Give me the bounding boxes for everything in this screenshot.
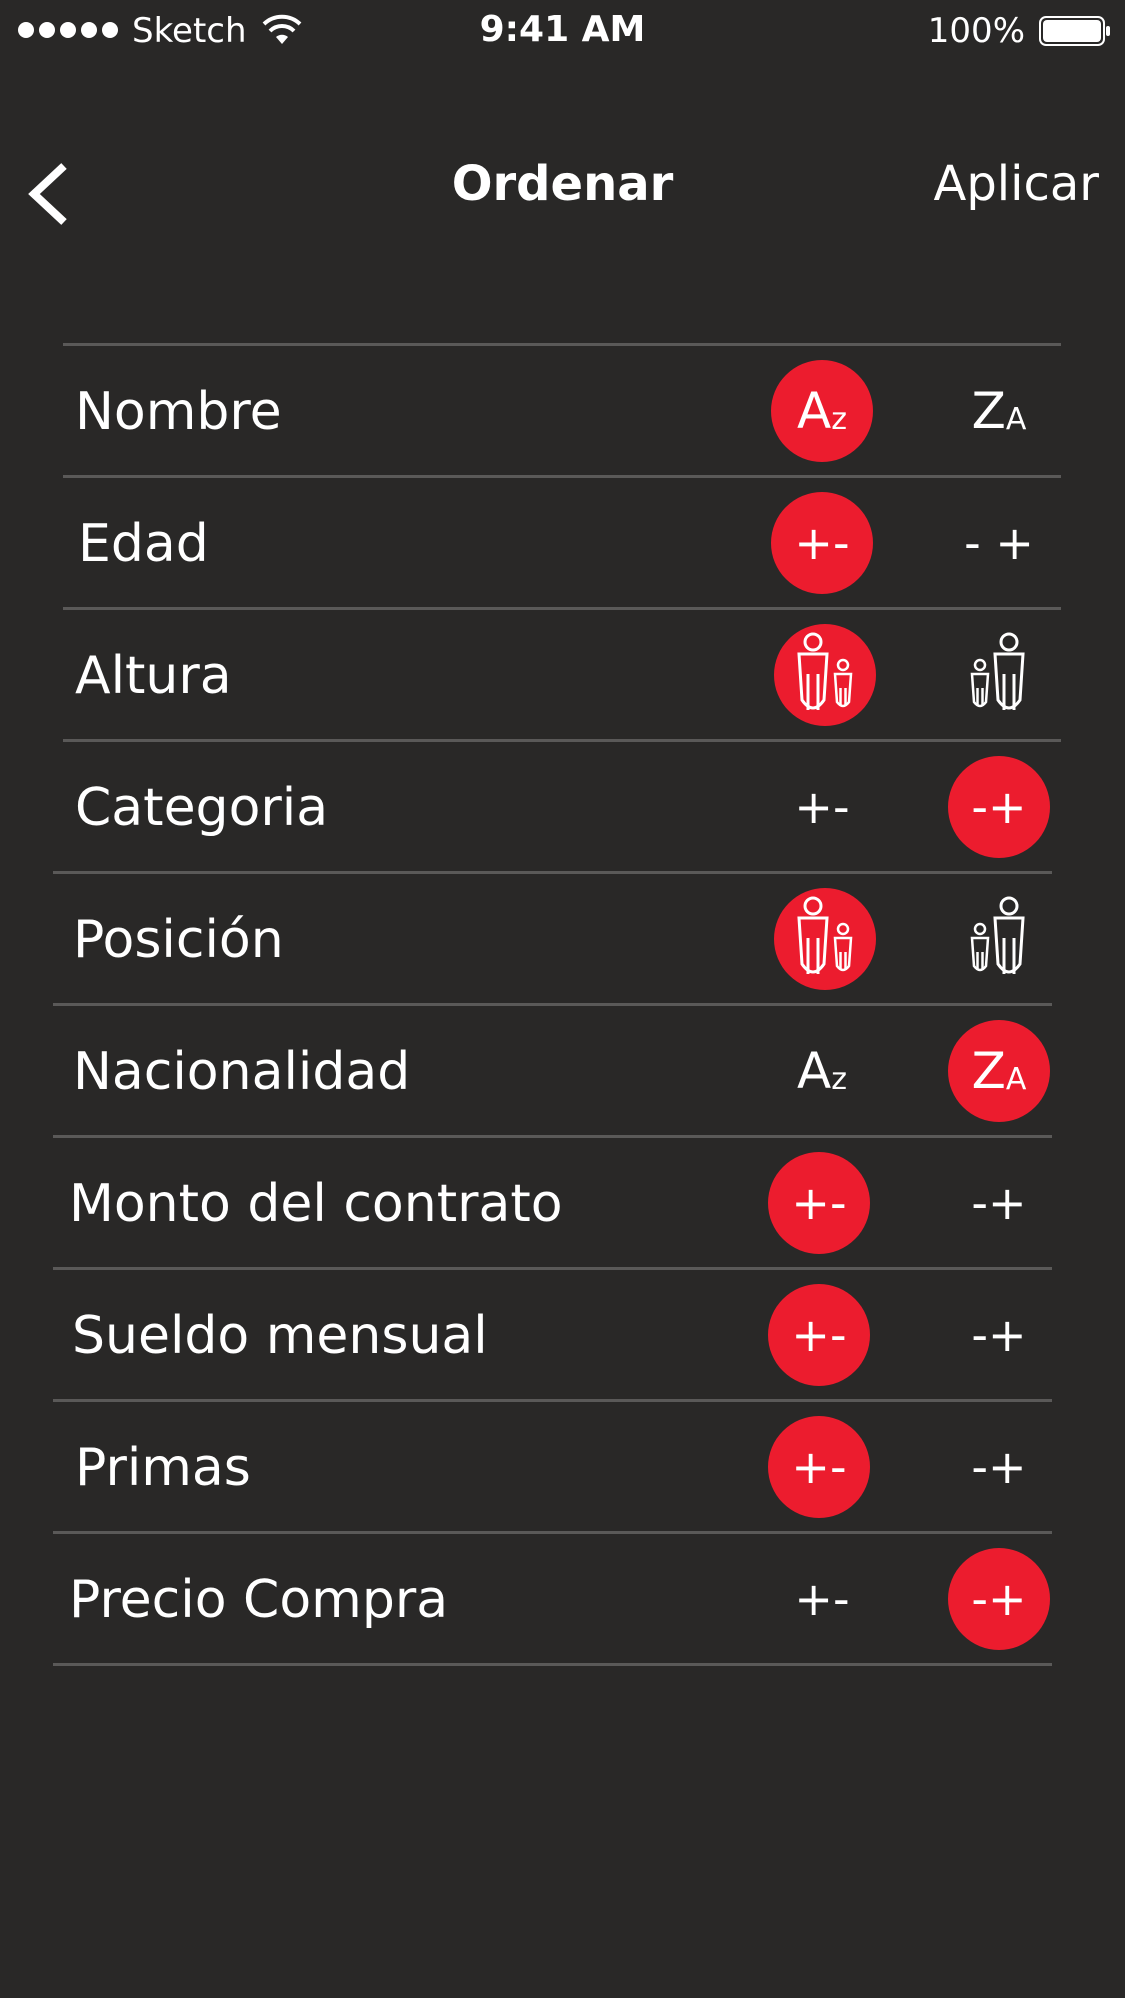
short-tall-people-icon: [970, 632, 1025, 710]
battery-percentage: 100%: [927, 11, 1025, 51]
sort-letter-main: Z: [971, 1042, 1006, 1100]
sort-row-label: Monto del contrato: [69, 1174, 563, 1234]
sort-letter-sub: A: [1005, 401, 1027, 437]
sort-row-label: Edad: [78, 514, 209, 574]
sort-option-symbol: -+: [971, 1176, 1027, 1230]
battery-icon: [1039, 16, 1110, 46]
chevron-left-icon: [28, 163, 67, 225]
sort-ascending-option-selected[interactable]: +-: [768, 1152, 870, 1254]
sort-descending-option-selected[interactable]: -+: [948, 1548, 1050, 1650]
tall-short-people-icon: [797, 896, 853, 974]
sort-row-label: Precio Compra: [69, 1570, 449, 1630]
sort-descending-option[interactable]: -+: [948, 1152, 1050, 1254]
sort-row-sueldo-mensual: Sueldo mensual +- -+: [0, 1270, 1125, 1402]
sort-descending-option[interactable]: [948, 888, 1050, 990]
tall-short-people-icon: [797, 632, 853, 710]
sort-option-symbol: +-: [791, 1176, 847, 1230]
sort-row-label: Primas: [75, 1438, 251, 1498]
sort-ascending-option-selected[interactable]: [774, 624, 876, 726]
sort-row-label: Altura: [75, 646, 232, 706]
sort-row-altura: Altura: [0, 610, 1125, 742]
sort-row-posición: Posición: [0, 874, 1125, 1006]
apply-button[interactable]: Aplicar: [933, 156, 1099, 212]
sort-row-monto-del-contrato: Monto del contrato +- -+: [0, 1138, 1125, 1270]
sort-descending-option[interactable]: - +: [948, 492, 1050, 594]
sort-ascending-option-selected[interactable]: Az: [771, 360, 873, 462]
sort-option-symbol: +-: [791, 1308, 847, 1362]
sort-option-symbol: -+: [971, 1308, 1027, 1362]
sort-letter-main: Z: [971, 382, 1006, 440]
sort-descending-option-selected[interactable]: ZA: [948, 1020, 1050, 1122]
sort-row-primas: Primas +- -+: [0, 1402, 1125, 1534]
navigation-bar: Ordenar Aplicar: [0, 120, 1125, 250]
sort-descending-option[interactable]: -+: [948, 1284, 1050, 1386]
sort-ascending-option-selected[interactable]: +-: [768, 1416, 870, 1518]
sort-ascending-option-selected[interactable]: [774, 888, 876, 990]
sort-letter-sub: A: [1005, 1061, 1027, 1097]
sort-descending-option-selected[interactable]: -+: [948, 756, 1050, 858]
sort-row-label: Nombre: [75, 382, 282, 442]
sort-option-symbol: -+: [971, 1440, 1027, 1494]
sort-option-symbol: +-: [794, 780, 850, 834]
sort-row-label: Nacionalidad: [73, 1042, 411, 1102]
sort-descending-option[interactable]: -+: [948, 1416, 1050, 1518]
short-tall-people-icon: [970, 896, 1025, 974]
sort-ascending-option-selected[interactable]: +-: [771, 492, 873, 594]
sort-letter-main: A: [797, 382, 832, 440]
sort-ascending-option[interactable]: +-: [771, 1548, 873, 1650]
sort-row-nacionalidad: Nacionalidad Az Z A: [0, 1006, 1125, 1138]
sort-row-nombre: Nombre Az Z A: [0, 346, 1125, 478]
sort-option-symbol: -+: [971, 780, 1027, 834]
sort-ascending-option-selected[interactable]: +-: [768, 1284, 870, 1386]
sort-ascending-option[interactable]: Az: [771, 1020, 873, 1122]
sort-option-symbol: - +: [964, 516, 1034, 570]
sort-row-label: Sueldo mensual: [72, 1306, 488, 1366]
sort-option-symbol: -+: [971, 1572, 1027, 1626]
sort-letter-sub: z: [831, 1061, 847, 1097]
sort-descending-option[interactable]: [948, 624, 1050, 726]
sort-row-edad: Edad +- - +: [0, 478, 1125, 610]
sort-letter-main: A: [797, 1042, 832, 1100]
sort-row-precio-compra: Precio Compra +- -+: [0, 1534, 1125, 1666]
status-bar: Sketch 9:41 AM 100%: [0, 0, 1125, 62]
back-button[interactable]: [20, 154, 80, 234]
divider: [53, 1663, 1052, 1666]
sort-row-label: Posición: [73, 910, 284, 970]
sort-letter-sub: z: [831, 401, 847, 437]
sort-row-categoria: Categoria +- -+: [0, 742, 1125, 874]
sort-row-label: Categoria: [75, 778, 329, 838]
sort-option-symbol: +-: [794, 1572, 850, 1626]
sort-ascending-option[interactable]: +-: [771, 756, 873, 858]
sort-option-symbol: +-: [794, 516, 850, 570]
sort-descending-option[interactable]: ZA: [948, 360, 1050, 462]
sort-option-symbol: +-: [791, 1440, 847, 1494]
